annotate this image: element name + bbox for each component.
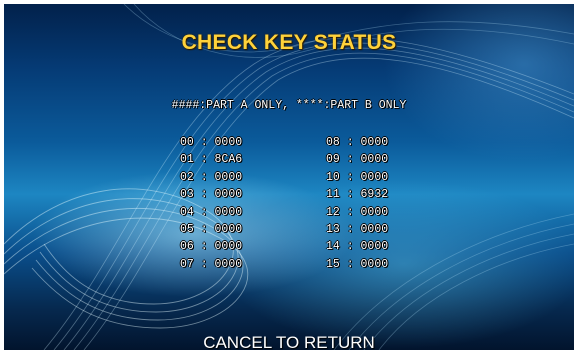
key-status-row: 13 : 0000	[326, 221, 388, 238]
key-index: 00	[180, 136, 194, 149]
key-status-row: 03 : 0000	[180, 186, 242, 203]
key-value: 0000	[214, 257, 243, 271]
key-status-row: 11 : 6932	[326, 186, 388, 203]
key-status-row: 01 : 8CA6	[180, 151, 242, 168]
key-status-row: 00 : 0000	[180, 134, 242, 151]
key-index: 08	[326, 136, 340, 149]
key-value: 0000	[360, 153, 389, 167]
key-separator: :	[193, 153, 215, 167]
key-value: 0000	[360, 136, 389, 149]
key-separator: :	[339, 188, 361, 202]
background-swirl	[4, 4, 574, 350]
legend-text: ####:PART A ONLY, ****:PART B ONLY	[171, 99, 407, 112]
key-value: 0000	[214, 170, 243, 184]
key-index: 03	[180, 188, 194, 202]
key-separator: :	[193, 205, 215, 219]
key-index: 11	[326, 188, 340, 202]
key-status-column-left: 00 : 0000 01 : 8CA6 02 : 0000 03 : 0000 04 :…	[180, 134, 242, 273]
key-separator: :	[193, 170, 215, 184]
key-value: 6932	[360, 188, 389, 202]
atm-screen: CHECK KEY STATUS ####:PART A ONLY, ****:…	[4, 4, 574, 350]
key-separator: :	[339, 136, 361, 149]
key-separator: :	[193, 188, 215, 202]
key-status-row: 04 : 0000	[180, 204, 242, 221]
key-value: 0000	[360, 170, 389, 184]
key-value: 0000	[360, 222, 389, 236]
key-separator: :	[339, 222, 361, 236]
key-index: 01	[180, 153, 194, 167]
key-index: 14	[326, 240, 340, 254]
key-separator: :	[339, 257, 361, 271]
screen-title: CHECK KEY STATUS	[181, 31, 397, 54]
key-index: 04	[180, 205, 194, 219]
key-value: 0000	[214, 136, 243, 149]
key-separator: :	[193, 240, 215, 254]
key-separator: :	[193, 222, 215, 236]
key-index: 09	[326, 153, 340, 167]
key-index: 02	[180, 170, 194, 184]
key-status-column-right: 08 : 0000 09 : 0000 10 : 0000 11 : 6932 12 :…	[326, 134, 388, 273]
key-status-row: 07 : 0000	[180, 256, 242, 273]
key-status-row: 06 : 0000	[180, 238, 242, 255]
key-status-row: 10 : 0000	[326, 169, 388, 186]
key-index: 06	[180, 240, 194, 254]
key-status-row: 15 : 0000	[326, 256, 388, 273]
key-separator: :	[193, 257, 215, 271]
key-index: 10	[326, 170, 340, 184]
key-status-row: 08 : 0000	[326, 134, 388, 151]
key-index: 13	[326, 222, 340, 236]
key-index: 05	[180, 222, 194, 236]
key-index: 07	[180, 257, 194, 271]
key-value: 0000	[214, 222, 243, 236]
key-separator: :	[339, 153, 361, 167]
key-value: 0000	[214, 240, 243, 254]
key-value: 0000	[214, 188, 243, 202]
key-value: 0000	[360, 257, 389, 271]
key-status-row: 14 : 0000	[326, 238, 388, 255]
key-status-row: 05 : 0000	[180, 221, 242, 238]
key-status-row: 12 : 0000	[326, 204, 388, 221]
key-index: 12	[326, 205, 340, 219]
key-value: 0000	[360, 240, 389, 254]
key-separator: :	[193, 136, 215, 149]
key-separator: :	[339, 240, 361, 254]
key-status-row: 02 : 0000	[180, 169, 242, 186]
key-value: 8CA6	[214, 153, 243, 167]
key-separator: :	[339, 205, 361, 219]
key-status-row: 09 : 0000	[326, 151, 388, 168]
cancel-to-return-label: CANCEL TO RETURN	[203, 333, 375, 350]
key-index: 15	[326, 257, 340, 271]
key-value: 0000	[214, 205, 243, 219]
key-value: 0000	[360, 205, 389, 219]
key-separator: :	[339, 170, 361, 184]
